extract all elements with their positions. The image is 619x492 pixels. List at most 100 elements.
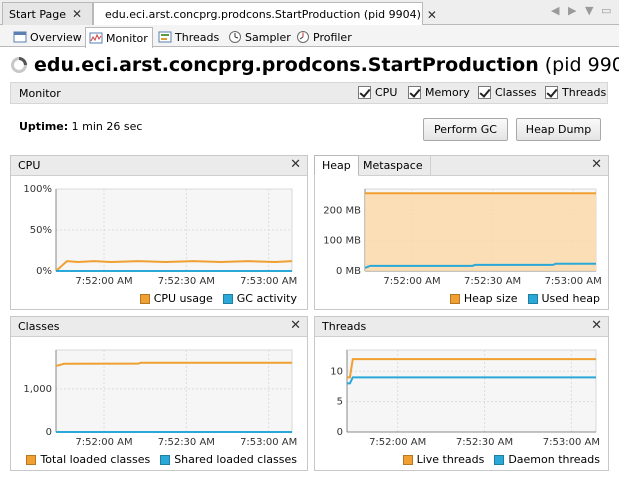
uptime-display: Uptime: 1 min 26 sec xyxy=(19,120,142,133)
classes-chart: 1,000 0 7:52:00 AM 7:52:30 AM 7:53:00 AM xyxy=(23,349,297,448)
y-tick-label: 10 xyxy=(330,366,343,377)
tab-threads[interactable]: Threads xyxy=(154,27,224,47)
legend-label: Heap size xyxy=(463,292,518,305)
checkbox-label: Memory xyxy=(425,86,470,99)
tab-label: Profiler xyxy=(313,30,352,44)
close-icon[interactable]: ✕ xyxy=(591,157,602,172)
tab-metaspace[interactable]: Metaspace xyxy=(356,156,431,176)
perform-gc-button[interactable]: Perform GC xyxy=(423,118,508,141)
close-icon[interactable]: ✕ xyxy=(591,318,602,333)
tab-sampler[interactable]: Sampler xyxy=(224,27,296,47)
doc-tab-application[interactable]: edu.eci.arst.concprg.prodcons.StartProdu… xyxy=(93,2,437,26)
series-area-heap-size xyxy=(365,193,596,271)
legend-swatch xyxy=(527,293,538,304)
monitor-options-bar: Monitor CPU Memory Classes Threads xyxy=(10,82,608,104)
classes-legend: Total loaded classes Shared loaded classe… xyxy=(16,453,297,466)
view-tab-strip: Overview Monitor Threads Sampler Profile… xyxy=(0,25,619,48)
legend-swatch xyxy=(402,454,413,465)
legend-item: Used heap xyxy=(527,292,600,305)
chevron-down-icon[interactable]: ▼ xyxy=(585,4,593,17)
close-icon[interactable]: ✕ xyxy=(290,318,301,333)
doc-tab-label: edu.eci.arst.concprg.prodcons.StartProdu… xyxy=(105,8,421,21)
scroll-left-icon[interactable]: ◀ xyxy=(551,4,559,17)
tab-overview[interactable]: Overview xyxy=(9,27,87,47)
y-tick-label: 0 MB xyxy=(336,266,361,277)
x-tick-label: 7:53:00 AM xyxy=(240,437,297,448)
y-tick-label: 5 xyxy=(337,397,343,408)
y-tick-label: 1,000 xyxy=(23,384,52,395)
tab-label: Threads xyxy=(175,30,220,44)
x-tick-label: 7:53:00 AM xyxy=(240,276,297,287)
cpu-checkbox[interactable]: CPU xyxy=(358,86,397,99)
process-id: (pid 9904) xyxy=(544,54,619,76)
classes-panel: Classes ✕ 1,000 0 7:52:00 AM 7:52:30 AM 7:53… xyxy=(10,316,308,471)
tab-heap[interactable]: Heap xyxy=(314,155,359,176)
x-tick-label: 7:52:00 AM xyxy=(369,437,426,448)
x-tick-label: 7:52:00 AM xyxy=(75,276,132,287)
x-tick-label: 7:53:00 AM xyxy=(543,437,600,448)
legend-label: GC activity xyxy=(236,292,297,305)
plot-area xyxy=(346,349,597,433)
legend-item: Heap size xyxy=(449,292,518,305)
threads-legend: Live threads Daemon threads xyxy=(393,453,600,466)
panel-title: CPU xyxy=(18,159,41,172)
heap-legend: Heap size Used heap xyxy=(440,292,600,305)
profiler-icon xyxy=(297,31,309,43)
y-tick-label: 50% xyxy=(30,225,52,236)
close-icon[interactable]: ✕ xyxy=(427,8,437,22)
monitor-label: Monitor xyxy=(19,87,61,100)
loading-spinner-icon xyxy=(11,57,27,73)
classes-panel-header: Classes ✕ xyxy=(11,317,307,337)
tab-monitor[interactable]: Monitor xyxy=(85,27,153,48)
close-icon[interactable]: ✕ xyxy=(290,157,301,172)
panel-title: Classes xyxy=(18,320,60,333)
tab-label: Sampler xyxy=(245,30,291,44)
legend-item: Live threads xyxy=(402,453,485,466)
legend-label: Live threads xyxy=(416,453,485,466)
application-name: edu.eci.arst.concprg.prodcons.StartProdu… xyxy=(34,54,539,76)
tab-profiler[interactable]: Profiler xyxy=(292,27,357,47)
page-title: edu.eci.arst.concprg.prodcons.StartProdu… xyxy=(10,54,619,76)
checkbox-label: CPU xyxy=(375,86,398,99)
checkbox-label: Threads xyxy=(562,86,607,99)
x-tick-label: 7:52:30 AM xyxy=(158,276,215,287)
heap-dump-button[interactable]: Heap Dump xyxy=(516,118,601,141)
heap-chart: 200 MB 100 MB 0 MB 7:52:00 AM 7:52:30 AM 7:53… xyxy=(323,188,602,287)
cpu-chart: 100% 50% 0% 7:52:00 AM 7:52:30 AM 7:53:00 AM xyxy=(23,184,297,287)
uptime-value: 1 min 26 sec xyxy=(71,120,143,133)
legend-label: Daemon threads xyxy=(508,453,600,466)
legend-item: CPU usage xyxy=(139,292,213,305)
legend-swatch xyxy=(449,293,460,304)
memory-checkbox[interactable]: Memory xyxy=(408,86,470,99)
close-icon[interactable]: ✕ xyxy=(72,7,82,21)
restore-window-icon[interactable]: ▭ xyxy=(601,4,611,17)
document-tab-strip: Start Page ✕ edu.eci.arst.concprg.prodco… xyxy=(0,0,619,26)
legend-swatch xyxy=(139,293,150,304)
y-tick-label: 100% xyxy=(23,184,52,195)
x-tick-label: 7:52:00 AM xyxy=(75,437,132,448)
panel-title: Threads xyxy=(322,320,367,333)
checkbox-checked[interactable] xyxy=(545,86,558,99)
cpu-panel: CPU ✕ 100% 50% 0% 7:52:00 AM 7:52:30 AM 7:53:… xyxy=(10,155,308,310)
x-tick-label: 7:52:30 AM xyxy=(158,437,215,448)
doc-tab-start-page[interactable]: Start Page ✕ xyxy=(2,2,93,25)
doc-tab-label: Start Page xyxy=(9,7,66,21)
legend-label: Total loaded classes xyxy=(40,453,151,466)
legend-label: Shared loaded classes xyxy=(174,453,297,466)
legend-swatch xyxy=(160,454,171,465)
y-tick-label: 200 MB xyxy=(323,205,361,216)
threads-checkbox[interactable]: Threads xyxy=(545,86,606,99)
x-tick-label: 7:52:00 AM xyxy=(383,276,440,287)
scroll-right-icon[interactable]: ▶ xyxy=(568,4,576,17)
legend-swatch xyxy=(494,454,505,465)
overview-icon xyxy=(13,31,27,43)
checkbox-checked[interactable] xyxy=(408,86,421,99)
checkbox-checked[interactable] xyxy=(478,86,491,99)
y-tick-label: 0 xyxy=(46,427,52,438)
classes-checkbox[interactable]: Classes xyxy=(478,86,536,99)
cpu-legend: CPU usage GC activity xyxy=(130,292,297,305)
checkbox-checked[interactable] xyxy=(358,86,371,99)
legend-item: GC activity xyxy=(222,292,297,305)
checkbox-label: Classes xyxy=(495,86,537,99)
legend-item: Daemon threads xyxy=(494,453,600,466)
